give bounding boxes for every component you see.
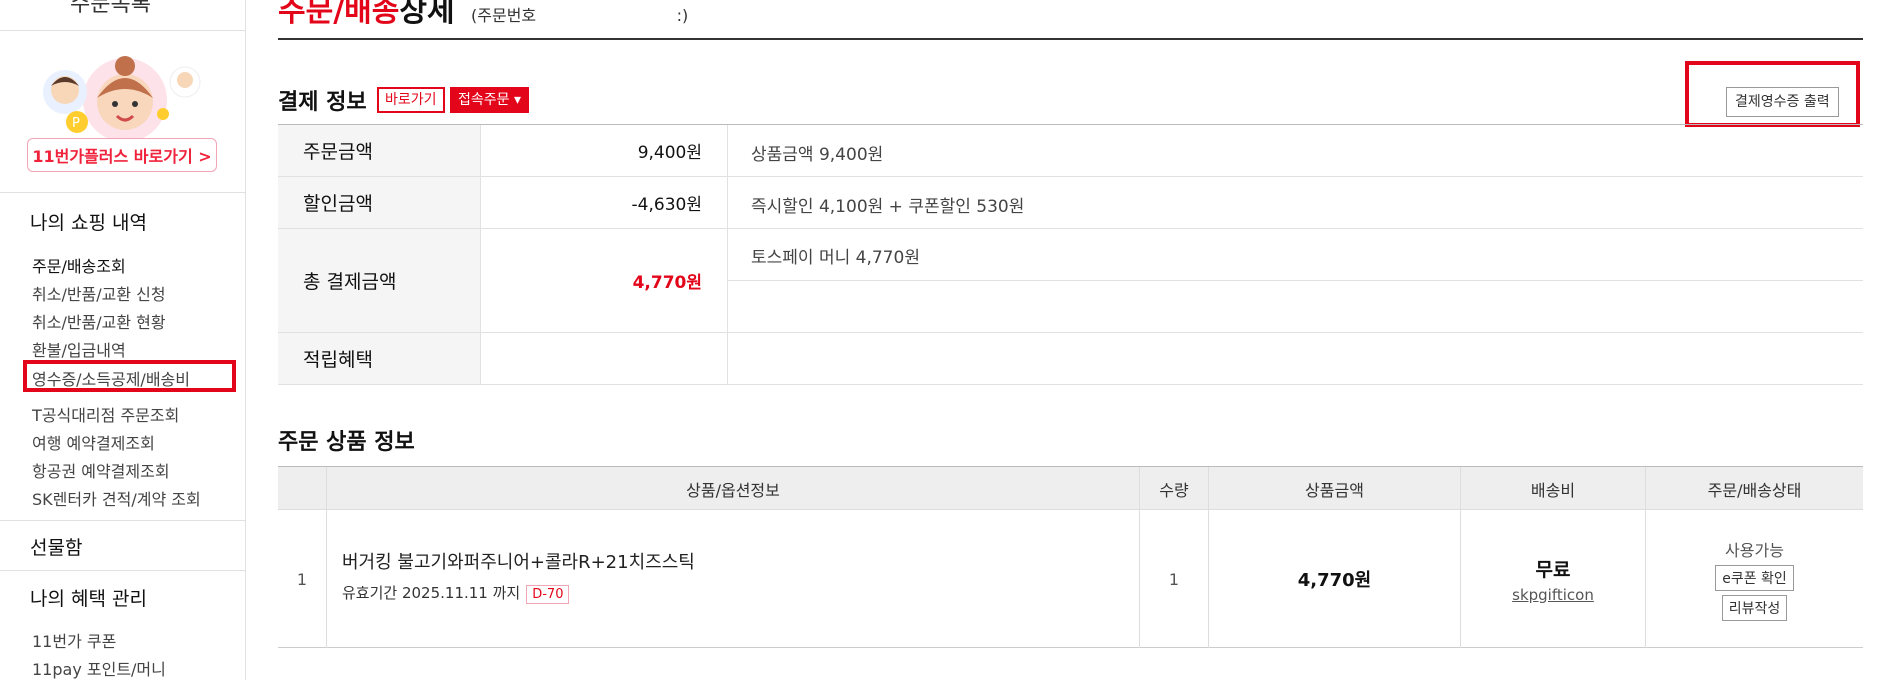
table-row: 1 버거킹 불고기와퍼주니어+콜라R+21치즈스틱 유효기간 2025.11.1… bbox=[278, 510, 1863, 648]
payment-amount: -4,630원 bbox=[481, 177, 728, 228]
collapse-order-label: 접속주문 bbox=[458, 92, 510, 108]
sidebar-item-travel[interactable]: 여행 예약결제조회 bbox=[32, 430, 155, 454]
payment-row-total: 총 결제금액 4,770원 토스페이 머니 4,770원 bbox=[278, 229, 1863, 333]
header-product: 상품/옵션정보 bbox=[326, 467, 1139, 511]
payment-row-reward: 적립혜택 bbox=[278, 333, 1863, 385]
highlight-box-receipt bbox=[23, 360, 236, 392]
write-review-button[interactable]: 리뷰작성 bbox=[1721, 595, 1788, 621]
main-content: 주문/배송상세 (주문번호 :) 결제 정보 바로가기 접속주문 ▾ 결제영수증… bbox=[278, 0, 1863, 680]
payment-detail: 즉시할인 4,100원 + 쿠폰할인 530원 bbox=[751, 197, 1025, 217]
page-title-black: 상세 bbox=[399, 0, 455, 29]
shipping-cell: 무료 skpgifticon bbox=[1460, 510, 1645, 648]
order-number-label: (주문번호 bbox=[471, 6, 537, 25]
dday-badge: D-70 bbox=[526, 585, 570, 604]
goto-button[interactable]: 바로가기 bbox=[377, 87, 445, 113]
ecoupon-check-button[interactable]: e쿠폰 확인 bbox=[1715, 565, 1794, 591]
plus-link-button[interactable]: 11번가플러스 바로가기 > bbox=[27, 138, 217, 172]
page-title: 주문/배송상세 (주문번호 :) bbox=[278, 0, 688, 30]
payment-amount bbox=[481, 333, 728, 384]
order-number-suffix: :) bbox=[676, 6, 689, 25]
sidebar-item-cancel-status[interactable]: 취소/반품/교환 현황 bbox=[32, 309, 166, 333]
payment-label: 주문금액 bbox=[278, 125, 481, 176]
sidebar-item-11pay[interactable]: 11pay 포인트/머니 bbox=[32, 656, 166, 680]
product-validity-line: 유효기간 2025.11.11 까지 D-70 bbox=[342, 582, 1139, 604]
products-section-title: 주문 상품 정보 bbox=[278, 430, 415, 455]
sidebar-item-order-delivery[interactable]: 주문/배송조회 bbox=[32, 253, 126, 277]
sidebar-section-benefit: 나의 혜택 관리 bbox=[30, 588, 147, 610]
header-status: 주문/배송상태 bbox=[1645, 467, 1863, 511]
sidebar-item-coupon[interactable]: 11번가 쿠폰 bbox=[32, 628, 116, 652]
header-price: 상품금액 bbox=[1208, 467, 1460, 511]
payment-table: 주문금액 9,400원 상품금액 9,400원 할인금액 -4,630원 즉시할… bbox=[278, 124, 1863, 385]
payment-label: 적립혜택 bbox=[278, 333, 481, 384]
sidebar-item-flight[interactable]: 항공권 예약결제조회 bbox=[32, 458, 170, 482]
status-cell: 사용가능 e쿠폰 확인 리뷰작성 bbox=[1645, 510, 1863, 648]
payment-detail: 상품금액 9,400원 bbox=[751, 145, 884, 165]
row-index: 1 bbox=[296, 569, 308, 589]
plus-promo-illustration: P bbox=[35, 52, 215, 147]
sidebar: 주문목록 P 11번가플러스 바로가기 > 나의 쇼핑 내역 주문/배송조회 취… bbox=[0, 0, 246, 680]
caret-down-icon: ▾ bbox=[513, 92, 522, 108]
sidebar-item-refund[interactable]: 환불/입금내역 bbox=[32, 337, 126, 361]
payment-row-discount: 할인금액 -4,630원 즉시할인 4,100원 + 쿠폰할인 530원 bbox=[278, 177, 1863, 229]
header-quantity: 수량 bbox=[1139, 467, 1208, 511]
order-status: 사용가능 bbox=[1725, 541, 1784, 560]
divider bbox=[728, 280, 1863, 281]
payment-total-amount: 4,770원 bbox=[481, 229, 728, 332]
shipping-fee: 무료 bbox=[1535, 558, 1571, 581]
divider bbox=[0, 570, 245, 571]
sidebar-top-title: 주문목록 bbox=[70, 0, 151, 17]
highlight-box-receipt-button bbox=[1685, 61, 1860, 127]
products-table-header: 상품/옵션정보 수량 상품금액 배송비 주문/배송상태 bbox=[278, 466, 1863, 511]
title-divider bbox=[278, 38, 1863, 40]
divider bbox=[0, 520, 245, 521]
payment-amount: 9,400원 bbox=[481, 125, 728, 176]
sidebar-section-shopping: 나의 쇼핑 내역 bbox=[30, 212, 147, 234]
product-quantity: 1 bbox=[1139, 510, 1208, 648]
seller-link[interactable]: skpgifticon bbox=[1512, 586, 1594, 604]
product-price: 4,770원 bbox=[1208, 510, 1460, 648]
payment-label: 할인금액 bbox=[278, 177, 481, 228]
sidebar-item-cancel-request[interactable]: 취소/반품/교환 신청 bbox=[32, 281, 166, 305]
payment-row-order-amount: 주문금액 9,400원 상품금액 9,400원 bbox=[278, 125, 1863, 177]
payment-section-title: 결제 정보 bbox=[278, 90, 367, 115]
product-validity: 유효기간 2025.11.11 까지 bbox=[342, 584, 521, 602]
divider bbox=[0, 192, 245, 193]
sidebar-section-gift[interactable]: 선물함 bbox=[30, 533, 82, 560]
sidebar-item-rentcar[interactable]: SK렌터카 견적/계약 조회 bbox=[32, 486, 201, 510]
page-title-red: 주문/배송 bbox=[278, 0, 400, 29]
payment-label: 총 결제금액 bbox=[278, 229, 481, 332]
divider bbox=[0, 30, 245, 31]
header-shipping: 배송비 bbox=[1460, 467, 1645, 511]
payment-method-detail: 토스페이 머니 4,770원 bbox=[751, 248, 920, 268]
product-name[interactable]: 버거킹 불고기와퍼주니어+콜라R+21치즈스틱 bbox=[342, 548, 1139, 574]
svg-text:P: P bbox=[72, 116, 80, 131]
collapse-order-button[interactable]: 접속주문 ▾ bbox=[450, 87, 530, 113]
sidebar-item-t-store[interactable]: T공식대리점 주문조회 bbox=[32, 402, 179, 426]
product-info-cell: 버거킹 불고기와퍼주니어+콜라R+21치즈스틱 유효기간 2025.11.11 … bbox=[326, 510, 1139, 648]
